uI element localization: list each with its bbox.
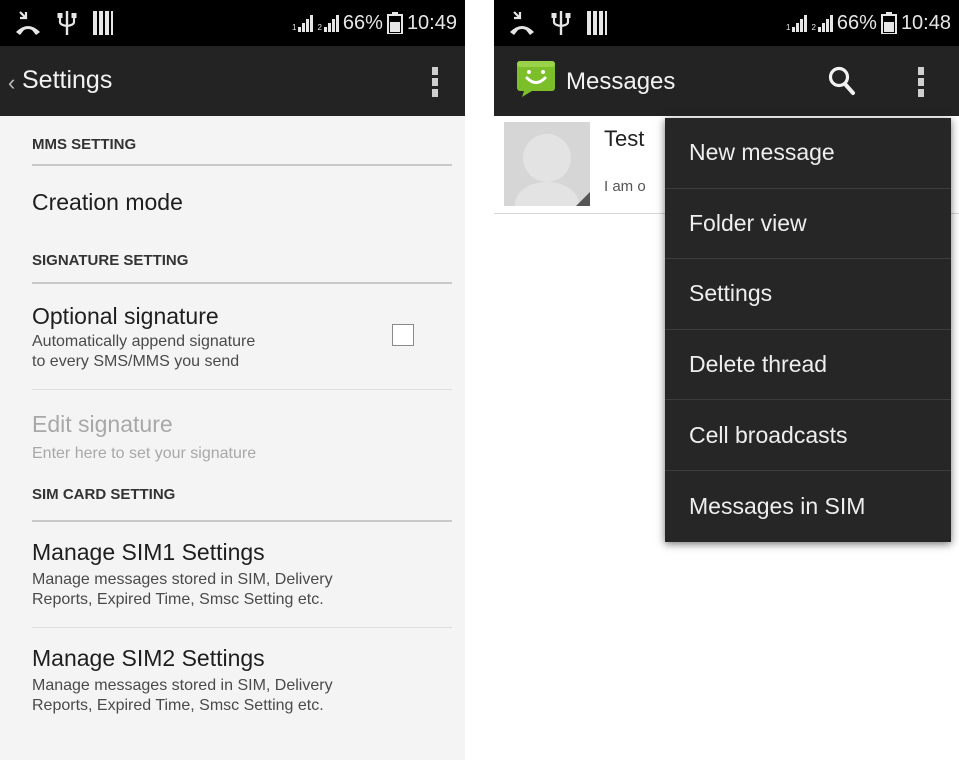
pref-summary: Manage messages stored in SIM, Delivery …: [32, 677, 333, 714]
messages-logo-icon[interactable]: [516, 60, 556, 98]
pref-title: Manage SIM2 Settings: [32, 645, 265, 671]
page-title[interactable]: Settings: [22, 66, 112, 95]
search-icon[interactable]: [828, 66, 856, 101]
message-snippet: I am o: [604, 178, 646, 195]
storage-icon: [92, 9, 114, 37]
pref-summary: Enter here to set your signature: [32, 445, 257, 462]
settings-screen: 1 2 66% 10:49 ‹ Settings MMS SETTING Cre…: [0, 0, 465, 760]
missed-call-icon: [14, 10, 42, 36]
menu-item-cell-broadcasts[interactable]: Cell broadcasts: [665, 400, 951, 471]
signal-sim1-icon: 1: [292, 14, 314, 32]
battery-icon: [386, 12, 403, 34]
signal-sim1-icon: 1: [786, 14, 808, 32]
avatar: [504, 122, 590, 206]
usb-icon: [56, 9, 78, 37]
signal-sim2-icon: 2: [317, 14, 339, 32]
section-header-signature: SIGNATURE SETTING: [32, 240, 452, 284]
section-header-sim-card: SIM CARD SETTING: [32, 480, 452, 522]
action-bar: Messages: [494, 46, 959, 116]
pref-title: Creation mode: [32, 189, 183, 215]
pref-title: Optional signature: [32, 303, 219, 329]
pref-creation-mode[interactable]: Creation mode: [32, 166, 452, 240]
action-bar: ‹ Settings: [0, 46, 465, 116]
battery-percent: 66%: [342, 11, 383, 34]
signal-sim2-icon: 2: [811, 14, 833, 32]
section-header-mms: MMS SETTING: [32, 116, 452, 166]
overflow-menu-icon[interactable]: [428, 64, 442, 100]
clock: 10:49: [406, 11, 457, 34]
pref-optional-signature[interactable]: Optional signature Automatically append …: [32, 284, 452, 390]
pref-title: Manage SIM1 Settings: [32, 539, 265, 565]
clock: 10:48: [900, 11, 951, 34]
menu-item-new-message[interactable]: New message: [665, 118, 951, 189]
status-bar: 1 2 66% 10:49: [0, 0, 465, 46]
overflow-dropdown-menu: New message Folder view Settings Delete …: [665, 118, 951, 542]
pref-manage-sim1[interactable]: Manage SIM1 Settings Manage messages sto…: [32, 522, 452, 628]
menu-item-messages-in-sim[interactable]: Messages in SIM: [665, 471, 951, 542]
settings-list: MMS SETTING Creation mode SIGNATURE SETT…: [32, 116, 452, 728]
pref-title: Edit signature: [32, 411, 173, 437]
menu-item-delete-thread[interactable]: Delete thread: [665, 330, 951, 401]
pref-edit-signature: Edit signature Enter here to set your si…: [32, 390, 452, 480]
menu-item-settings[interactable]: Settings: [665, 259, 951, 330]
back-chevron-icon[interactable]: ‹: [8, 70, 15, 96]
status-bar: 1 2 66% 10:48: [494, 0, 959, 46]
usb-icon: [550, 9, 572, 37]
battery-icon: [880, 12, 897, 34]
contact-name: Test: [604, 126, 645, 151]
storage-icon: [586, 9, 608, 37]
menu-item-folder-view[interactable]: Folder view: [665, 189, 951, 260]
battery-percent: 66%: [836, 11, 877, 34]
pref-summary: Automatically append signature to every …: [32, 333, 256, 370]
optional-signature-checkbox[interactable]: [392, 324, 414, 346]
missed-call-icon: [508, 10, 536, 36]
pref-summary: Manage messages stored in SIM, Delivery …: [32, 571, 333, 608]
overflow-menu-icon[interactable]: [914, 64, 928, 100]
messages-screen: 1 2 66% 10:48 Messages Test I am o New m…: [494, 0, 959, 760]
pref-manage-sim2[interactable]: Manage SIM2 Settings Manage messages sto…: [32, 628, 452, 728]
page-title: Messages: [566, 68, 676, 95]
